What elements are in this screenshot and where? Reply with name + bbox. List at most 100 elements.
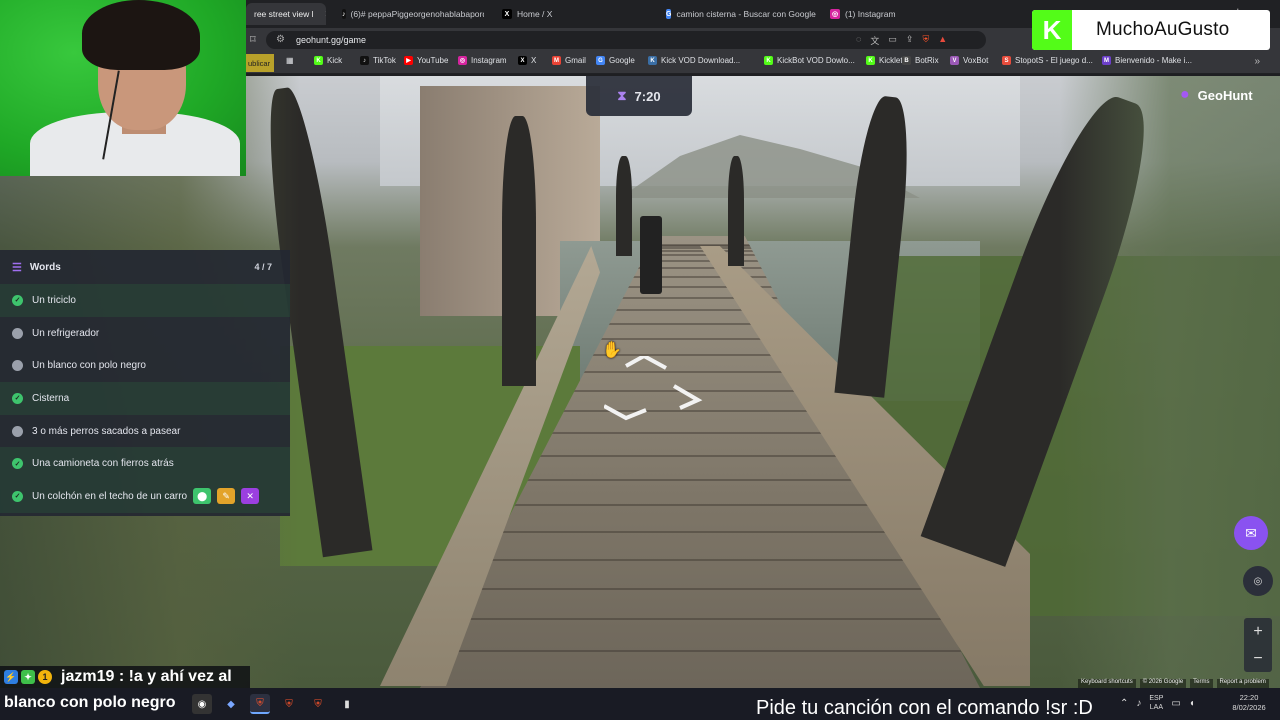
location-icon[interactable]: ⬤ (193, 488, 212, 505)
bookmarks-overflow-icon[interactable]: » (1254, 56, 1260, 67)
bookmark-item[interactable]: XX (518, 56, 536, 65)
network-icon[interactable]: ▭ (1171, 698, 1180, 709)
file-icon[interactable]: ▮ (337, 694, 357, 714)
chevron-up-icon[interactable]: ⌃ (1120, 698, 1128, 709)
bridge-plank (420, 587, 980, 590)
site-info-icon[interactable]: ⚙ (276, 34, 285, 45)
instagram-icon: ◎ (830, 9, 840, 19)
apps-grid-icon[interactable]: ▦ (286, 56, 294, 65)
eye-off-icon[interactable]: ◌ (856, 34, 861, 47)
bookmark-item[interactable]: ♪ TikTok (360, 56, 396, 65)
brand-name: GeoHunt (1197, 87, 1253, 103)
chat-bubbles-icon: ✉ (1245, 524, 1257, 541)
word-label: Cisterna (32, 392, 70, 404)
word-item[interactable]: ✓ Un triciclo (0, 284, 290, 317)
tab-instagram[interactable]: ◎ (1) Instagram (822, 3, 972, 25)
compass-button[interactable]: ◎ (1243, 566, 1273, 596)
bookmark-publicar[interactable]: ublicar (246, 54, 274, 72)
bookmark-item[interactable]: S StopotS - El juego d... (1002, 56, 1093, 65)
bookmark-favicon-icon: X (518, 56, 527, 65)
word-item[interactable]: ✓ Una camioneta con fierros atrás (0, 447, 290, 481)
hand-cursor-icon: ✋ (602, 342, 622, 359)
streamer-hair (82, 0, 200, 70)
language-indicator[interactable]: ESP LAA (1149, 694, 1163, 712)
vscode-icon[interactable]: ◆ (221, 694, 241, 714)
report-problem-link[interactable]: Report a problem (1216, 679, 1269, 688)
close-icon[interactable]: ✕ (241, 488, 260, 505)
zoom-out-button[interactable]: − (1244, 645, 1272, 672)
tab-tiktok[interactable]: ♪ (6)# peppaPiggeorgenohablabaporq (334, 3, 484, 25)
kick-logo-icon: K (1032, 10, 1072, 50)
clock-time: 22:20 (1239, 693, 1259, 702)
translate-icon[interactable]: 文 (870, 34, 879, 47)
terms-link[interactable]: Terms (1190, 679, 1213, 688)
edit-icon[interactable]: ✎ (217, 488, 236, 505)
chat-message-continued: blanco con polo negro (4, 694, 176, 711)
word-list: ✓ Un triciclo Un refrigerador Un blanco con… (0, 284, 290, 513)
bookmark-item[interactable]: M Bienvenido - Make i... (1102, 56, 1192, 65)
check-circle-icon: ✓ (12, 458, 23, 470)
bookmark-item[interactable]: V VoxBot (950, 56, 988, 65)
bookmark-label: Kick VOD Download... (661, 56, 741, 65)
tab-x[interactable]: X Home / X (494, 3, 644, 25)
bookmark-favicon-icon: G (596, 56, 605, 65)
brave-shield-icon[interactable]: ⛨ (922, 34, 929, 47)
word-item[interactable]: ✓ Un colchón en el techo de un carro ⬤ ✎ ✕ (0, 480, 290, 513)
pending-circle-icon (12, 360, 23, 372)
chat-message: ⚡ ✦ 1 jazm19 : !a y ahí vez al (0, 666, 250, 688)
bookmark-favicon-icon: K (764, 56, 773, 65)
bookmark-item[interactable]: K Kick VOD Download... (648, 56, 740, 65)
pending-circle-icon (12, 425, 23, 437)
rewards-icon[interactable]: ▲ (938, 34, 947, 47)
list-icon: ☰ (12, 261, 22, 274)
bookmark-label: Kick (327, 56, 343, 65)
brave-browser-icon[interactable]: ⛨ (279, 694, 299, 714)
word-label: 3 o más perros sacados a pasear (32, 425, 181, 437)
cast-icon[interactable]: ▭ (888, 34, 897, 47)
language-code: ESP (1149, 695, 1164, 702)
bookmark-item[interactable]: K Kicklet (866, 56, 903, 65)
word-item[interactable]: ✓ Cisterna (0, 382, 290, 415)
bookmark-item[interactable]: B BotRix (902, 56, 939, 65)
navigation-arrow[interactable] (604, 356, 704, 422)
volume-icon[interactable]: ◖ (1189, 698, 1195, 709)
tab-street-view[interactable]: ree street view l ✕ (246, 3, 326, 25)
system-clock[interactable]: 22:20 8/02/2026 (1226, 693, 1272, 713)
location-pin-icon: ● (1180, 86, 1190, 103)
bookmark-item[interactable]: G Google (596, 56, 635, 65)
keyboard-layout: LAA (1149, 704, 1164, 711)
share-icon[interactable]: ⇪ (906, 34, 914, 47)
bookmark-item[interactable]: ◎ Instagram (458, 56, 507, 65)
bookmark-item[interactable]: K Kick (314, 56, 342, 65)
words-panel: ☰ Words 4 / 7 ✓ Un triciclo Un refrigerado… (0, 250, 290, 516)
microphone-icon[interactable]: ♪ (1136, 698, 1141, 709)
tab-google-search[interactable]: G camion cisterna - Buscar con Google (658, 3, 818, 25)
tab-label: (1) Instagram (845, 9, 896, 19)
brave-browser-icon[interactable]: ⛨ (250, 694, 270, 714)
word-item[interactable]: 3 o más perros sacados a pasear (0, 415, 290, 448)
words-count: 4 / 7 (254, 262, 272, 272)
taskbar-apps: ◉ ◆ ⛨ ⛨ ⛨ ▮ (192, 694, 357, 714)
badge-icon: ✦ (21, 670, 35, 684)
word-item[interactable]: Un refrigerador (0, 317, 290, 350)
bridge-plank (420, 618, 980, 621)
obs-icon[interactable]: ◉ (192, 694, 212, 714)
bookmark-favicon-icon: S (1002, 56, 1011, 65)
bookmark-item[interactable]: M Gmail (552, 56, 586, 65)
tab-label: camion cisterna - Buscar con Google (676, 9, 816, 19)
brave-browser-icon[interactable]: ⛨ (308, 694, 328, 714)
zoom-in-button[interactable]: + (1244, 618, 1272, 645)
tab-label: ree street view l (254, 9, 314, 19)
geohunt-logo[interactable]: ● GeoHunt (1180, 82, 1253, 108)
close-icon[interactable]: ✕ (325, 9, 326, 20)
bookmark-favicon-icon: K (648, 56, 657, 65)
bookmark-item[interactable]: ▶ YouTube (404, 56, 448, 65)
words-title: Words (29, 261, 61, 273)
keyboard-shortcuts-link[interactable]: Keyboard shortcuts (1078, 679, 1136, 688)
word-item[interactable]: Un blanco con polo negro (0, 349, 290, 382)
game-timer: ⧗ 7:20 (586, 76, 692, 116)
bookmark-item[interactable]: K KickBot VOD Dowlo... (764, 56, 855, 65)
chat-button[interactable]: ✉ (1234, 516, 1268, 550)
webcam-feed (0, 0, 246, 176)
bookmark-icon[interactable]: ⌑ (250, 33, 256, 46)
